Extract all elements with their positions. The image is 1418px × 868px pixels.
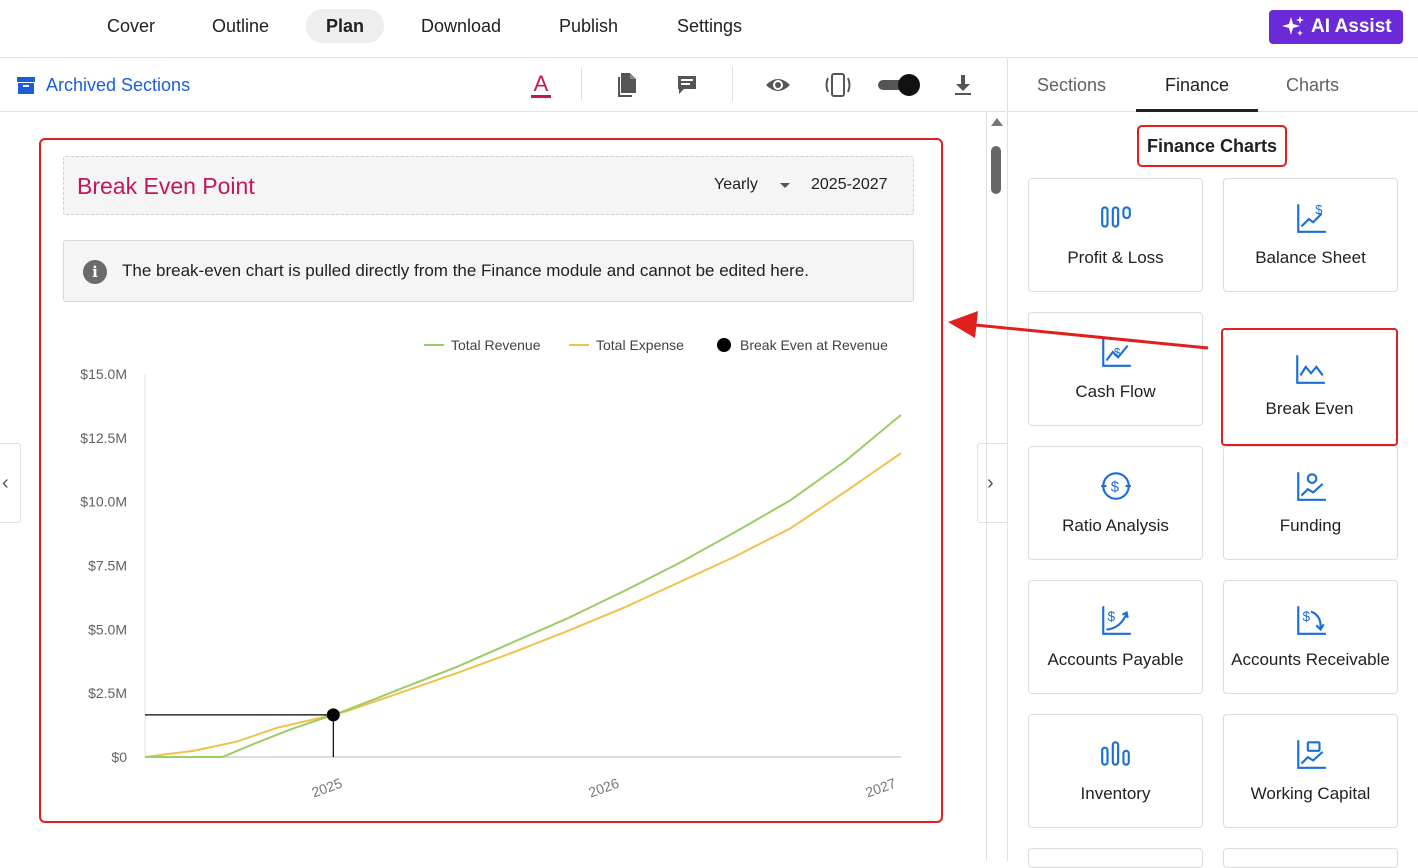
annotation-arrow bbox=[948, 311, 1209, 350]
